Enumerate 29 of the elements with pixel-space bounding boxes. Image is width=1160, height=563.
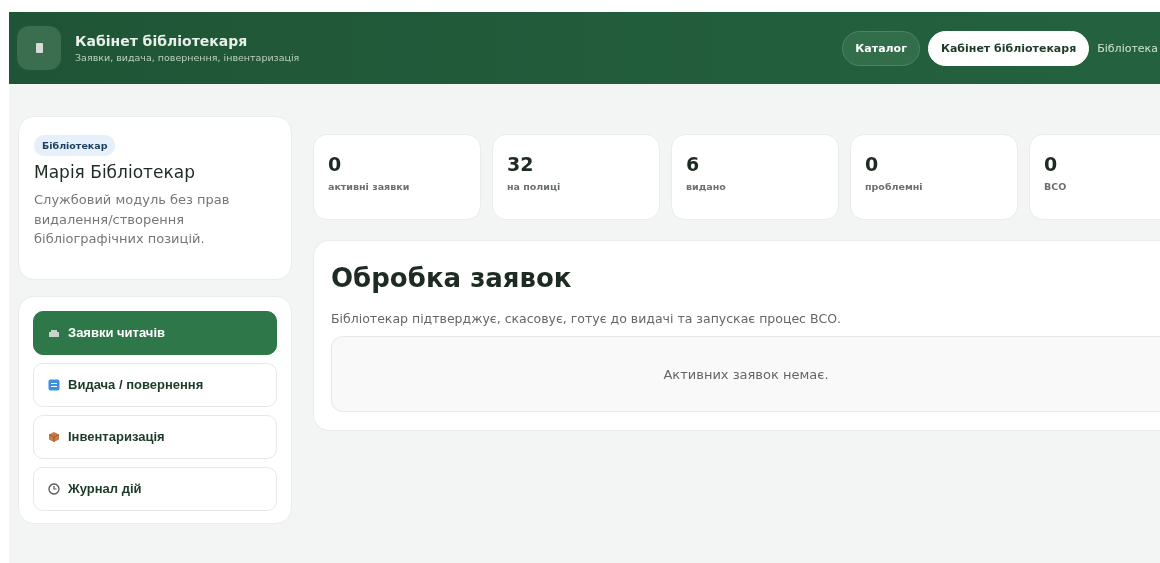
stat-label: видано <box>686 181 727 192</box>
stat-label: ВСО <box>1044 181 1068 192</box>
menu-item[interactable]: Журнал дій <box>33 466 277 511</box>
stat-value: 0 <box>865 153 880 175</box>
menu-item[interactable]: Заявки читачів <box>33 310 277 355</box>
nav-tab[interactable]: Каталог <box>842 30 920 66</box>
stat-value: 0 <box>328 153 343 175</box>
book-icon <box>17 26 61 70</box>
app-subtitle: Заявки, видача, повернення, інвентаризація <box>75 52 300 63</box>
box-icon <box>48 430 60 443</box>
stat-label: проблемні <box>865 181 924 192</box>
user-name: Марія Бібліотекар <box>34 162 196 182</box>
nav-tab[interactable]: Кабінет бібліотекаря <box>927 30 1090 66</box>
clock-icon <box>48 482 60 495</box>
menu-item[interactable]: Видача / повернення <box>33 362 277 407</box>
empty-state: Активних заявок немає. <box>331 336 1160 412</box>
exchange-icon <box>48 378 60 391</box>
menu-item[interactable]: Інвентаризація <box>33 414 277 459</box>
panel-description: Бібліотекар підтверджує, скасовує, готує до видачі та запускає процес ВСО. <box>331 311 843 326</box>
user-role: Бібліотека <box>1097 41 1158 55</box>
stat-label: на полиці <box>507 181 562 192</box>
stat-label: активні заявки <box>328 181 411 192</box>
app-title: Кабінет бібліотекаря <box>75 33 249 49</box>
profile-note: Службовий модуль без прав видалення/створення бібліографічних позицій. <box>34 191 231 248</box>
panel-title: Обробка заявок <box>331 263 573 293</box>
stat-value: 32 <box>507 153 535 175</box>
stat-value: 0 <box>1044 153 1059 175</box>
stat-value: 6 <box>686 153 701 175</box>
role-badge: Бібліотекар <box>34 135 116 156</box>
